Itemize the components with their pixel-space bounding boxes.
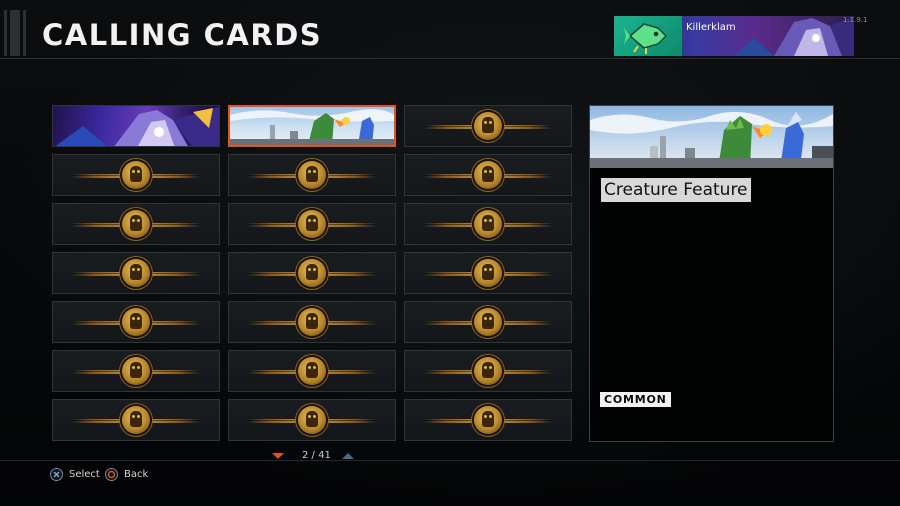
lock-medal-icon: [474, 357, 502, 385]
lock-medal-icon: [474, 308, 502, 336]
lock-medal-icon: [122, 308, 150, 336]
card-detail-panel: Creature Feature COMMON: [589, 105, 834, 442]
calling-card-locked[interactable]: [404, 252, 572, 294]
player-name: Killerklam: [686, 22, 736, 33]
lock-medal-icon: [122, 259, 150, 287]
lock-medal-icon: [298, 406, 326, 434]
calling-card-creature-feature[interactable]: [228, 105, 396, 147]
circle-button-icon: [105, 468, 118, 481]
calling-card-locked[interactable]: [52, 154, 220, 196]
calling-card-locked[interactable]: [228, 203, 396, 245]
header: CALLING CARDS Killerklam 1.1.9.1: [0, 0, 900, 60]
cross-button-icon: [50, 468, 63, 481]
lock-medal-icon: [474, 161, 502, 189]
lock-medal-icon: [122, 210, 150, 238]
calling-card-mecha[interactable]: [52, 105, 220, 147]
player-calling-card: Killerklam: [614, 16, 854, 56]
calling-card-locked[interactable]: [404, 399, 572, 441]
page-indicator: 2 / 41: [272, 450, 362, 464]
card-title: Creature Feature: [601, 178, 751, 202]
calling-card-locked[interactable]: [52, 350, 220, 392]
calling-card-locked[interactable]: [228, 154, 396, 196]
calling-card-locked[interactable]: [228, 301, 396, 343]
back-label: Back: [124, 469, 149, 480]
calling-card-locked[interactable]: [52, 399, 220, 441]
calling-card-locked[interactable]: [404, 203, 572, 245]
lock-medal-icon: [474, 112, 502, 140]
player-card-art: [734, 16, 854, 56]
calling-card-locked[interactable]: [404, 154, 572, 196]
calling-card-locked[interactable]: [228, 399, 396, 441]
calling-card-locked[interactable]: [52, 203, 220, 245]
header-ornament: [0, 10, 34, 56]
lock-medal-icon: [298, 210, 326, 238]
lock-medal-icon: [298, 308, 326, 336]
calling-card-locked[interactable]: [52, 252, 220, 294]
calling-card-grid: [52, 105, 576, 445]
calling-card-locked[interactable]: [228, 350, 396, 392]
fish-emblem-icon: [614, 16, 682, 56]
lock-medal-icon: [122, 357, 150, 385]
page-down-arrow-icon[interactable]: [272, 453, 284, 459]
calling-card-locked[interactable]: [404, 301, 572, 343]
page-title: CALLING CARDS: [42, 18, 323, 52]
calling-card-locked[interactable]: [52, 301, 220, 343]
rarity-badge: COMMON: [600, 392, 671, 407]
footer-divider: [0, 460, 900, 461]
lock-medal-icon: [298, 357, 326, 385]
build-version: 1.1.9.1: [843, 16, 868, 24]
lock-medal-icon: [474, 259, 502, 287]
detail-card-art: [590, 106, 833, 168]
lock-medal-icon: [122, 161, 150, 189]
page-up-arrow-icon[interactable]: [342, 453, 354, 459]
lock-medal-icon: [298, 259, 326, 287]
header-divider: [0, 58, 900, 59]
lock-medal-icon: [474, 210, 502, 238]
calling-card-locked[interactable]: [404, 105, 572, 147]
lock-medal-icon: [474, 406, 502, 434]
select-label: Select: [69, 469, 100, 480]
calling-card-locked[interactable]: [404, 350, 572, 392]
calling-card-locked[interactable]: [228, 252, 396, 294]
lock-medal-icon: [122, 406, 150, 434]
lock-medal-icon: [298, 161, 326, 189]
